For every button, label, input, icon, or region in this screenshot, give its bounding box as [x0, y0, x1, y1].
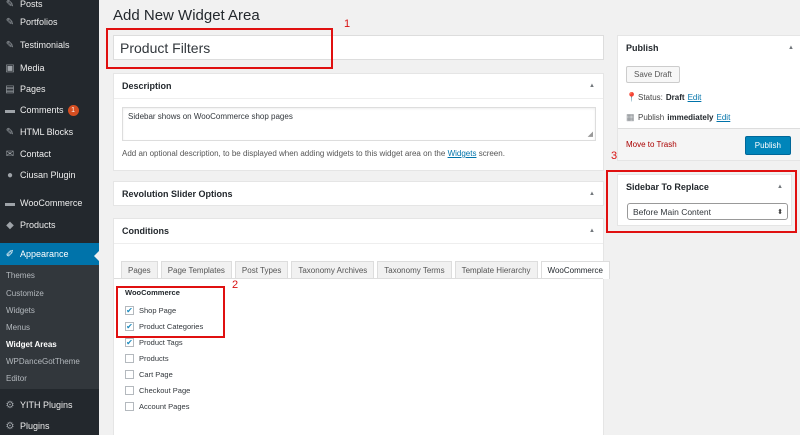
mail-icon: ✉ [5, 148, 15, 160]
submenu-menus[interactable]: Menus [6, 323, 30, 332]
edit-status-link[interactable]: Edit [688, 93, 702, 102]
collapse-arrow-icon[interactable]: ▲ [788, 45, 794, 51]
collapse-arrow-icon[interactable]: ▲ [589, 228, 595, 234]
calendar-icon: ▦ [626, 112, 635, 122]
sidebar-item-pages[interactable]: ▤ Pages [0, 79, 99, 99]
yith-icon: ⚙ [5, 399, 15, 411]
collapse-arrow-icon[interactable]: ▲ [589, 191, 595, 197]
sidebar-item-ciusan-plugin[interactable]: ● Ciusan Plugin [0, 165, 99, 185]
products-icon: ◆ [6, 219, 14, 231]
description-box: Description ▲ Sidebar shows on WooCommer… [113, 73, 604, 171]
page-title: Add New Widget Area [113, 7, 260, 24]
publish-heading: Publish [626, 43, 659, 53]
option-checkout-page[interactable]: Checkout Page [125, 386, 190, 395]
pushpin-icon: ✎ [5, 126, 15, 138]
move-to-trash-link[interactable]: Move to Trash [626, 140, 677, 149]
sidebar-item-products[interactable]: ◆ Products [0, 215, 99, 235]
woocommerce-icon: ▬ [5, 197, 15, 209]
sidebar-item-contact[interactable]: ✉ Contact [0, 144, 99, 164]
tab-taxonomy-terms[interactable]: Taxonomy Terms [377, 261, 452, 278]
option-products[interactable]: Products [125, 354, 169, 363]
submenu-customize[interactable]: Customize [6, 289, 44, 298]
sidebar-item-yith-plugins[interactable]: ⚙ YITH Plugins [0, 395, 99, 415]
tab-woocommerce[interactable]: WooCommerce [540, 261, 610, 279]
revolution-slider-box: Revolution Slider Options ▲ [113, 181, 604, 206]
tab-taxonomy-archives[interactable]: Taxonomy Archives [291, 261, 375, 278]
save-draft-button[interactable]: Save Draft [626, 66, 680, 83]
admin-sidebar: ✎ Posts ✎ Portfolios ✎ Testimonials ▣ Media … [0, 0, 99, 435]
sidebar-item-testimonials[interactable]: ✎ Testimonials [0, 35, 99, 55]
annotation-box-3 [606, 170, 797, 233]
edit-date-link[interactable]: Edit [717, 113, 731, 122]
sidebar-item-media[interactable]: ▣ Media [0, 58, 99, 78]
paintbrush-icon: ✐ [5, 248, 15, 260]
publish-header[interactable]: Publish ▲ [618, 36, 800, 60]
sidebar-item-portfolios[interactable]: ✎ Portfolios [0, 12, 99, 32]
description-heading: Description [122, 81, 172, 91]
conditions-tabs: Pages Page Templates Post Types Taxonomy… [121, 261, 613, 279]
status-value: Draft [665, 93, 685, 102]
pushpin-icon: ✎ [5, 16, 15, 28]
option-account-pages[interactable]: Account Pages [125, 402, 189, 411]
annotation-box-1 [106, 28, 333, 69]
publish-date-line: ▦ Publish immediately Edit [626, 112, 731, 122]
sidebar-item-html-blocks[interactable]: ✎ HTML Blocks [0, 122, 99, 142]
pushpin-icon: ✎ [5, 0, 15, 10]
annotation-box-2 [116, 286, 225, 338]
sidebar-item-comments[interactable]: ▬ Comments 1 [0, 100, 99, 120]
conditions-header[interactable]: Conditions ▲ [114, 219, 603, 243]
submenu-wpdancegottheme[interactable]: WPDanceGotTheme [6, 357, 80, 366]
annotation-number-3: 3 [611, 150, 618, 162]
media-icon: ▣ [5, 62, 15, 74]
pushpin-icon: ✎ [5, 39, 15, 51]
tab-template-hierarchy[interactable]: Template Hierarchy [454, 261, 538, 278]
widgets-link[interactable]: Widgets [448, 149, 477, 158]
tab-post-types[interactable]: Post Types [234, 261, 289, 278]
active-menu-arrow [94, 251, 99, 261]
submenu-editor[interactable]: Editor [6, 374, 27, 383]
pin-icon: 📍 [626, 92, 638, 102]
annotation-number-1: 1 [344, 18, 351, 30]
account-pages-checkbox[interactable] [125, 402, 134, 411]
description-textarea[interactable]: Sidebar shows on WooCommerce shop pages … [122, 107, 596, 141]
revolution-slider-header[interactable]: Revolution Slider Options ▲ [114, 182, 603, 206]
submenu-themes[interactable]: Themes [6, 271, 35, 280]
annotation-number-2: 2 [232, 279, 239, 291]
publish-actions: Move to Trash Publish [618, 128, 800, 160]
product-tags-checkbox[interactable]: ✔ [125, 338, 134, 347]
resize-grip-icon[interactable]: ◢ [588, 130, 593, 138]
publish-date-value: immediately [667, 113, 714, 122]
publish-box: Publish ▲ Save Draft 📍 Status: Draft Edi… [617, 35, 800, 161]
description-help-text: Add an optional description, to be displ… [122, 149, 505, 158]
cart-page-checkbox[interactable] [125, 370, 134, 379]
tab-page-templates[interactable]: Page Templates [160, 261, 232, 278]
submenu-widget-areas[interactable]: Widget Areas [6, 340, 57, 349]
conditions-heading: Conditions [122, 226, 169, 236]
collapse-arrow-icon[interactable]: ▲ [589, 83, 595, 89]
sidebar-item-woocommerce[interactable]: ▬ WooCommerce [0, 193, 99, 213]
option-cart-page[interactable]: Cart Page [125, 370, 173, 379]
tab-pages[interactable]: Pages [121, 261, 158, 278]
publish-button[interactable]: Publish [744, 136, 791, 155]
status-line: 📍 Status: Draft Edit [626, 92, 702, 102]
comment-count-badge: 1 [67, 104, 79, 116]
products-checkbox[interactable] [125, 354, 134, 363]
plugin-icon: ● [6, 169, 14, 181]
revolution-slider-heading: Revolution Slider Options [122, 189, 233, 199]
sidebar-item-appearance[interactable]: ✐ Appearance [0, 243, 99, 265]
checkout-page-checkbox[interactable] [125, 386, 134, 395]
pages-icon: ▤ [5, 83, 15, 95]
plugins-icon: ⚙ [5, 420, 15, 432]
appearance-submenu: Themes Customize Widgets Menus Widget Ar… [0, 265, 99, 389]
submenu-widgets[interactable]: Widgets [6, 306, 35, 315]
description-box-header[interactable]: Description ▲ [114, 74, 603, 98]
comments-icon: ▬ [5, 104, 15, 116]
tab-divider [114, 278, 603, 279]
option-product-tags[interactable]: ✔ Product Tags [125, 338, 183, 347]
sidebar-item-plugins[interactable]: ⚙ Plugins [0, 416, 99, 435]
